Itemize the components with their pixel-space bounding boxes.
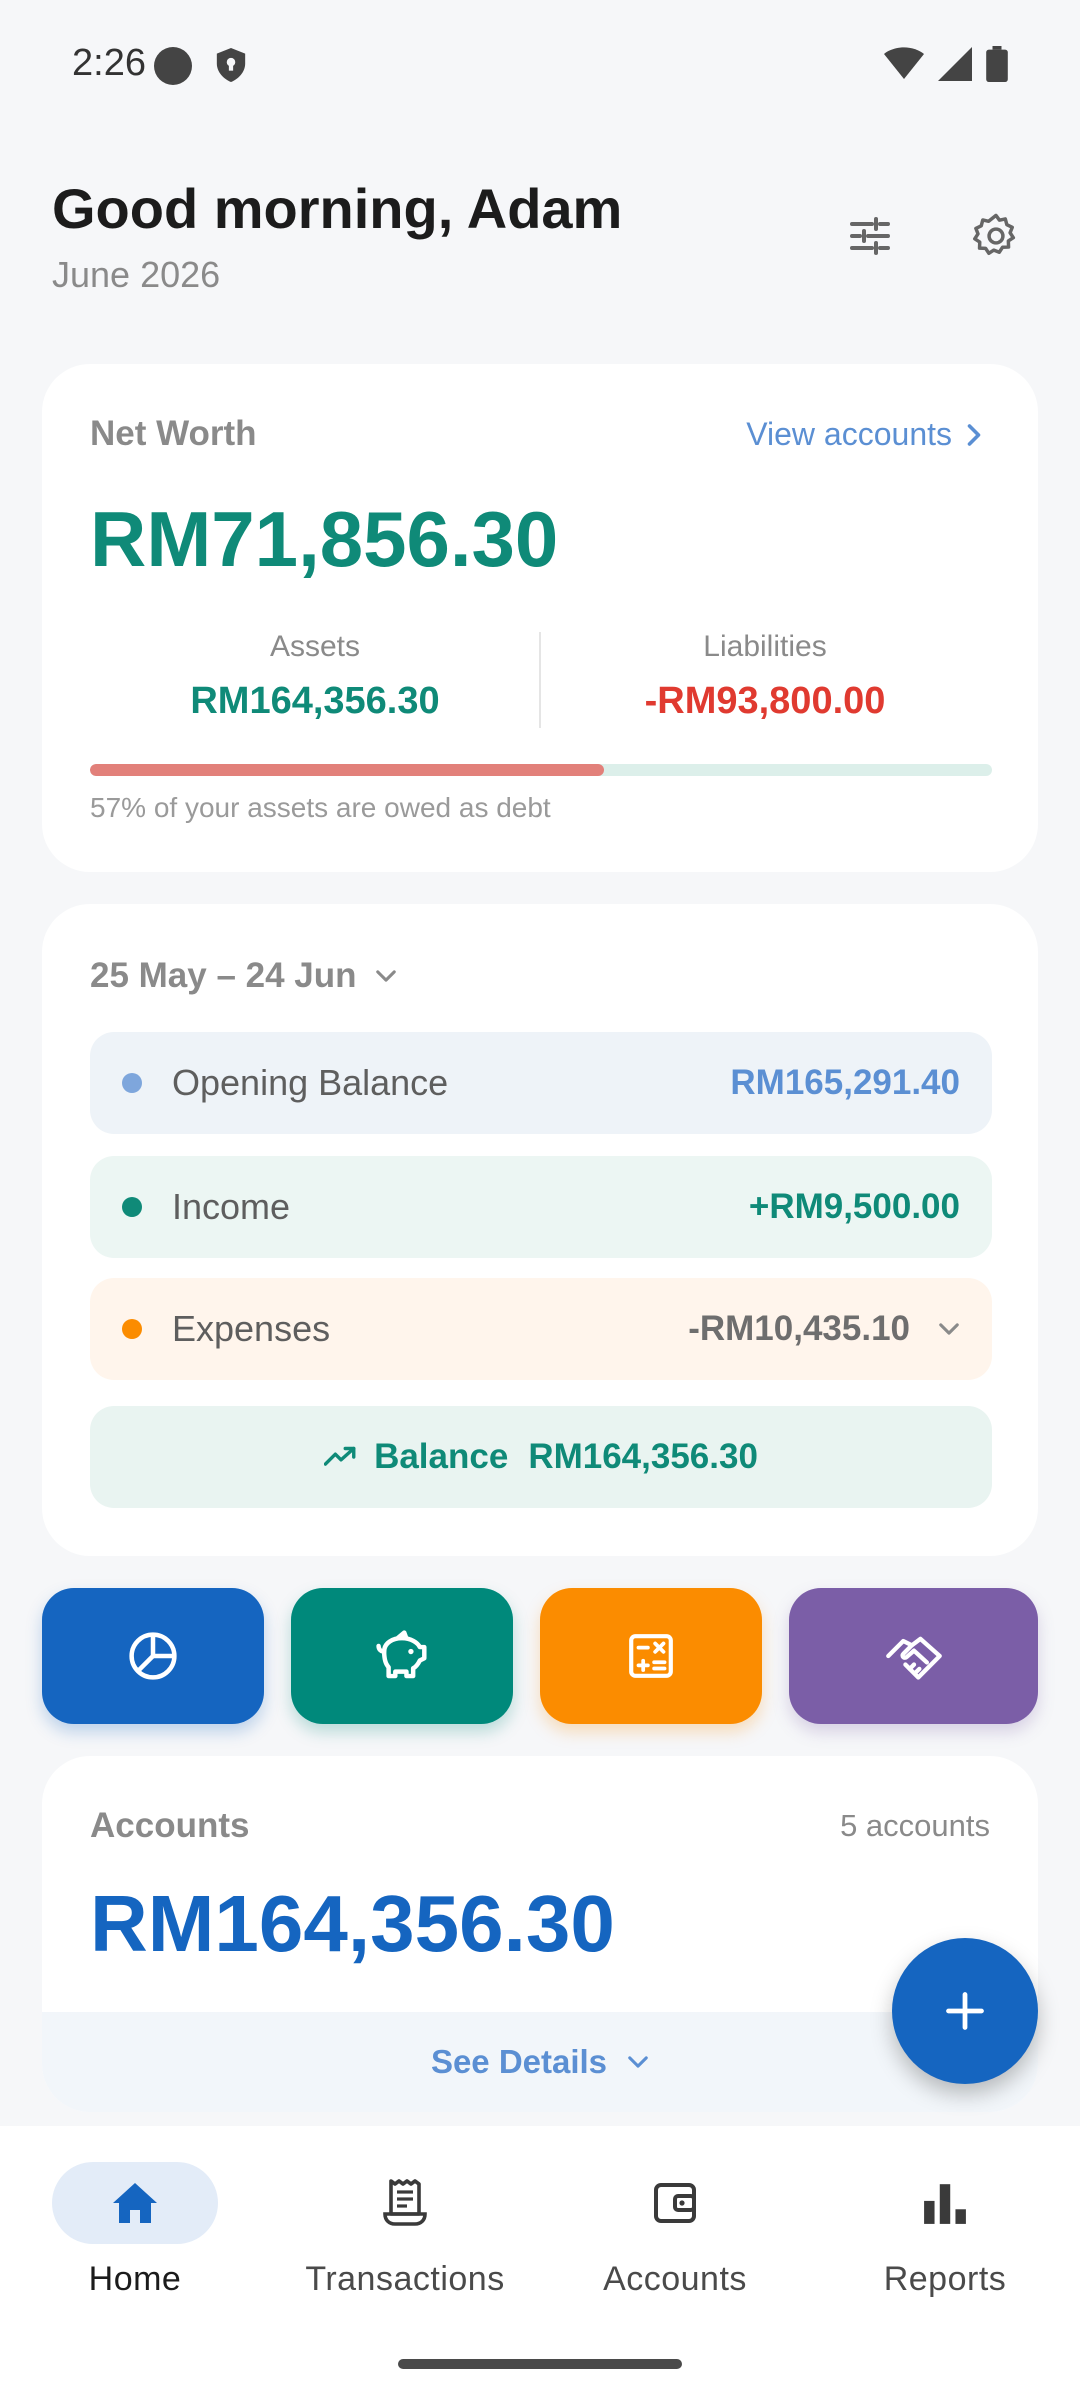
plus-icon <box>946 1992 984 2030</box>
accounts-card: Accounts 5 accounts RM164,356.30 See Det… <box>42 1756 1038 2112</box>
debt-ratio-note: 57% of your assets are owed as debt <box>90 792 551 823</box>
nav-accounts-label: Accounts <box>603 2260 747 2298</box>
sliders-icon <box>850 217 890 255</box>
assets-value: RM164,356.30 <box>190 680 440 722</box>
trending-up-icon <box>324 1446 356 1466</box>
opening-dot-icon <box>122 1073 142 1093</box>
opening-balance-value: RM165,291.40 <box>730 1063 960 1102</box>
liabilities-value: -RM93,800.00 <box>644 680 886 722</box>
signal-icon <box>938 47 972 86</box>
current-month: June 2026 <box>52 254 221 295</box>
settings-button[interactable] <box>964 204 1028 268</box>
cash-flow-card: 25 May – 24 Jun Opening Balance RM165,29… <box>42 904 1038 1556</box>
accounts-count: 5 accounts <box>840 1808 990 1843</box>
chevron-down-icon <box>375 970 396 982</box>
view-accounts-label: View accounts <box>746 416 952 452</box>
period-label: 25 May – 24 Jun <box>90 956 357 995</box>
see-details-label: See Details <box>430 2043 608 2080</box>
debts-button[interactable] <box>789 1588 1038 1724</box>
bar-chart-icon <box>924 2184 966 2224</box>
home-indicator <box>398 2359 682 2369</box>
assets-label: Assets <box>269 630 361 663</box>
budget-overview-button[interactable] <box>42 1588 264 1724</box>
debt-ratio-bar <box>90 764 992 776</box>
status-time: 2:26 <box>72 42 146 84</box>
expenses-row[interactable]: Expenses -RM10,435.10 <box>90 1278 992 1380</box>
liabilities-label: Liabilities <box>703 630 827 663</box>
gear-icon <box>973 213 1016 256</box>
handshake-icon <box>885 1636 942 1680</box>
balance-row: Balance RM164,356.30 <box>90 1406 992 1508</box>
nav-transactions-label: Transactions <box>305 2260 505 2298</box>
accounts-total-value: RM164,356.30 <box>90 1879 615 1968</box>
status-bar: 2:26 <box>0 0 1080 130</box>
nav-home-label: Home <box>88 2260 182 2298</box>
income-label: Income <box>172 1186 291 1227</box>
expenses-value: -RM10,435.10 <box>688 1309 910 1348</box>
expenses-label: Expenses <box>172 1308 331 1349</box>
opening-balance-label: Opening Balance <box>172 1062 449 1103</box>
receipt-icon <box>383 2179 427 2226</box>
wallet-icon <box>654 2183 696 2223</box>
see-details-button[interactable]: See Details <box>42 2012 1038 2112</box>
battery-icon <box>986 46 1008 87</box>
period-selector[interactable]: 25 May – 24 Jun <box>90 956 397 996</box>
calculator-icon <box>629 1634 673 1678</box>
shield-icon <box>214 46 248 89</box>
balance-value: RM164,356.30 <box>528 1437 758 1476</box>
nav-home[interactable]: Home <box>0 2162 270 2299</box>
notification-dot-icon <box>154 47 192 85</box>
net-worth-value: RM71,856.30 <box>90 495 559 583</box>
calculator-button[interactable] <box>540 1588 762 1724</box>
balance-label: Balance <box>374 1437 509 1476</box>
net-worth-card: Net Worth View accounts RM71,856.30 Asse… <box>42 364 1038 872</box>
nav-reports[interactable]: Reports <box>810 2162 1080 2299</box>
net-worth-label: Net Worth <box>90 414 257 453</box>
debt-ratio-fill <box>90 764 605 776</box>
add-transaction-button[interactable] <box>892 1938 1038 2084</box>
chevron-right-icon <box>967 423 981 446</box>
greeting-title: Good morning, Adam <box>52 177 623 240</box>
nav-transactions[interactable]: Transactions <box>270 2162 540 2299</box>
savings-button[interactable] <box>291 1588 513 1724</box>
liabilities-summary: Liabilities -RM93,800.00 <box>540 630 990 723</box>
wifi-icon <box>884 47 924 86</box>
filter-settings-button[interactable] <box>838 204 902 268</box>
nav-reports-label: Reports <box>883 2260 1007 2298</box>
chevron-down-icon <box>628 2056 648 2068</box>
income-row: Income +RM9,500.00 <box>90 1156 992 1258</box>
accounts-label: Accounts <box>90 1806 250 1845</box>
income-value: +RM9,500.00 <box>748 1187 960 1226</box>
nav-accounts[interactable]: Accounts <box>540 2162 810 2299</box>
assets-summary: Assets RM164,356.30 <box>90 630 540 723</box>
pie-chart-icon <box>129 1632 177 1680</box>
piggy-bank-icon <box>376 1630 427 1679</box>
view-accounts-link[interactable]: View accounts <box>746 416 982 453</box>
expenses-dot-icon <box>122 1319 142 1339</box>
chevron-down-icon <box>938 1322 960 1336</box>
opening-balance-row: Opening Balance RM165,291.40 <box>90 1032 992 1134</box>
home-icon <box>113 2183 157 2223</box>
income-dot-icon <box>122 1197 142 1217</box>
